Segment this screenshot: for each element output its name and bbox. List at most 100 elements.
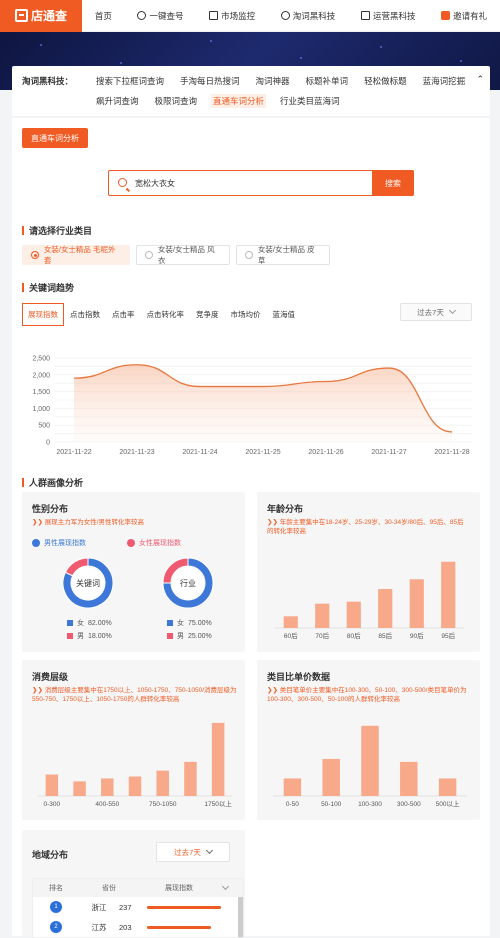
pie1-legend-male: 男18.00% — [67, 631, 112, 641]
row-index-bar — [147, 906, 221, 909]
chevron-down-icon — [449, 307, 456, 314]
monitor-icon — [209, 11, 218, 20]
tools-icon — [361, 11, 370, 20]
gender-pie-industry: 行业 — [157, 552, 219, 614]
tool-tab-industry-blue-ocean[interactable]: 行业类目蓝海词 — [278, 94, 342, 108]
crowd-section-title: 人群画像分析 — [22, 476, 83, 489]
bar — [212, 723, 224, 796]
x-tick-label: 2021-11-25 — [245, 449, 280, 456]
nav-lookup[interactable]: 一键查号 — [137, 10, 183, 22]
y-tick-label: 2,500 — [32, 356, 50, 363]
sort-icon[interactable] — [222, 883, 229, 890]
tab-blue-ocean[interactable]: 蓝海值 — [267, 303, 302, 326]
x-tick-label: 60后 — [284, 631, 298, 640]
trend-range-select[interactable]: 过去7天 — [400, 303, 472, 321]
x-tick-label: 2021-11-24 — [182, 449, 217, 456]
tool-tab-blue-ocean[interactable]: 蓝海词挖掘 — [421, 74, 468, 88]
price-desc: ❯❯ 类目笔单价主要集中在100-300、50-100、300-500/类目笔单… — [267, 686, 472, 704]
tool-panel: 淘词黑科技： 搜索下拉框词查询 手淘每日热搜词 淘词神器 标题补单词 轻松做标题… — [12, 66, 490, 116]
price-card: 类目比单价数据 ❯❯ 类目笔单价主要集中在100-300、50-100、300-… — [257, 660, 480, 820]
trend-metric-tabs: 展现指数 点击指数 点击率 点击转化率 竞争度 市场均价 蓝海值 — [22, 303, 301, 326]
x-tick-label: 400-550 — [95, 801, 119, 808]
bar — [439, 778, 456, 796]
search-button[interactable]: 搜索 — [372, 170, 414, 196]
price-title: 类目比单价数据 — [267, 670, 330, 683]
bar — [410, 579, 424, 628]
bar — [284, 616, 298, 628]
region-range-select[interactable]: 过去7天 — [156, 842, 230, 862]
industry-option-fur[interactable]: 女装/女士精品 皮草 — [236, 245, 330, 265]
tool-tab-dropdown-query[interactable]: 搜索下拉框词查询 — [94, 74, 166, 88]
nav-market[interactable]: 市场监控 — [209, 10, 255, 22]
industry-option-wool-coat[interactable]: 女装/女士精品 毛呢外套 — [22, 245, 130, 265]
tab-avg-price[interactable]: 市场均价 — [225, 303, 267, 326]
y-tick-label: 1,500 — [32, 389, 50, 396]
region-title: 地域分布 — [32, 848, 68, 861]
pie2-legend-female: 女75.00% — [167, 618, 212, 628]
bar — [73, 781, 85, 796]
tool-tab-keyword-tool[interactable]: 淘词神器 — [254, 74, 292, 88]
trend-section-title: 关键词趋势 — [22, 281, 74, 294]
x-tick-label: 2021-11-22 — [56, 449, 91, 456]
trend-chart: 05001,0001,5002,0002,5002021-11-222021-1… — [22, 350, 482, 460]
x-tick-label: 50-100 — [321, 801, 342, 808]
bar — [129, 777, 141, 797]
gender-pie-keyword: 关键词 — [57, 552, 119, 614]
consume-title: 消费层级 — [32, 670, 68, 683]
nav-keyword-tech[interactable]: 淘词黑科技 — [281, 10, 336, 22]
nav-ops-tech[interactable]: 运营黑科技 — [361, 10, 416, 22]
region-table: 排名 省份 展现指数 1 浙江 237 2 江苏 203 — [32, 878, 244, 938]
tab-impressions[interactable]: 展现指数 — [22, 303, 64, 326]
x-tick-label: 1750以上 — [204, 799, 232, 808]
consume-desc: ❯❯ 消费层级主要集中在1750以上、1050-1750、750-1050/消费… — [32, 686, 237, 704]
gift-icon — [441, 11, 450, 20]
tool-tab-title-words[interactable]: 标题补单词 — [304, 74, 351, 88]
tab-clicks[interactable]: 点击指数 — [64, 303, 106, 326]
x-tick-label: 2021-11-23 — [119, 449, 154, 456]
tool-tab-ztc-analysis[interactable]: 直通车词分析 — [211, 94, 266, 108]
table-row: 2 江苏 203 — [33, 917, 243, 937]
female-index-button[interactable]: 女性展现指数 — [127, 538, 181, 548]
tool-tab-easy-title[interactable]: 轻松做标题 — [362, 74, 409, 88]
x-tick-label: 85后 — [378, 631, 392, 640]
bar — [184, 762, 196, 796]
row-index-bar — [147, 926, 211, 929]
gender-card: 性别分布 ❯❯ 展现主力军为女性/男性转化率较高 男性展现指数 女性展现指数 关… — [22, 492, 245, 652]
brand-name: 店通查 — [31, 7, 67, 24]
table-row: 1 浙江 237 — [33, 897, 243, 917]
bar — [46, 775, 58, 796]
search-box: 搜索 — [108, 170, 414, 196]
x-tick-label: 95后 — [441, 631, 455, 640]
bar — [361, 726, 378, 796]
gender-desc: ❯❯ 展现主力军为女性/男性转化率较高 — [32, 518, 144, 527]
x-tick-label: 2021-11-26 — [308, 449, 343, 456]
tab-competition[interactable]: 竞争度 — [190, 303, 225, 326]
bar — [101, 778, 113, 796]
industry-option-trench[interactable]: 女装/女士精品 风衣 — [136, 245, 230, 265]
collapse-icon[interactable]: ⌃ — [476, 74, 484, 85]
x-tick-label: 70后 — [315, 631, 329, 640]
search-icon — [281, 11, 290, 20]
tool-tab-rising[interactable]: 飙升词查询 — [94, 94, 141, 108]
nav-invite[interactable]: 邀请有礼 — [441, 10, 487, 22]
trophy-icon: 1 — [50, 901, 62, 913]
x-tick-label: 90后 — [410, 631, 424, 640]
tab-cvr[interactable]: 点击转化率 — [141, 303, 191, 326]
tab-ctr[interactable]: 点击率 — [106, 303, 141, 326]
page-title-button[interactable]: 直通车词分析 — [22, 128, 88, 148]
tool-tab-extreme[interactable]: 极限词查询 — [153, 94, 200, 108]
male-index-button[interactable]: 男性展现指数 — [32, 538, 86, 548]
region-table-header: 排名 省份 展现指数 — [33, 879, 243, 897]
pie-center-label: 行业 — [180, 578, 196, 588]
x-tick-label: 750-1050 — [149, 801, 177, 808]
tool-tab-hot-search[interactable]: 手淘每日热搜词 — [178, 74, 242, 88]
tool-label: 淘词黑科技： — [22, 75, 82, 87]
search-input[interactable] — [109, 171, 372, 195]
table-scrollbar[interactable] — [238, 897, 243, 937]
nav-home[interactable]: 首页 — [95, 10, 112, 22]
bar — [441, 562, 455, 628]
x-tick-label: 300-500 — [397, 801, 421, 808]
pie2-legend-male: 男25.00% — [167, 631, 212, 641]
brand-logo[interactable]: 店通查 — [0, 0, 82, 32]
eye-icon — [137, 11, 146, 20]
